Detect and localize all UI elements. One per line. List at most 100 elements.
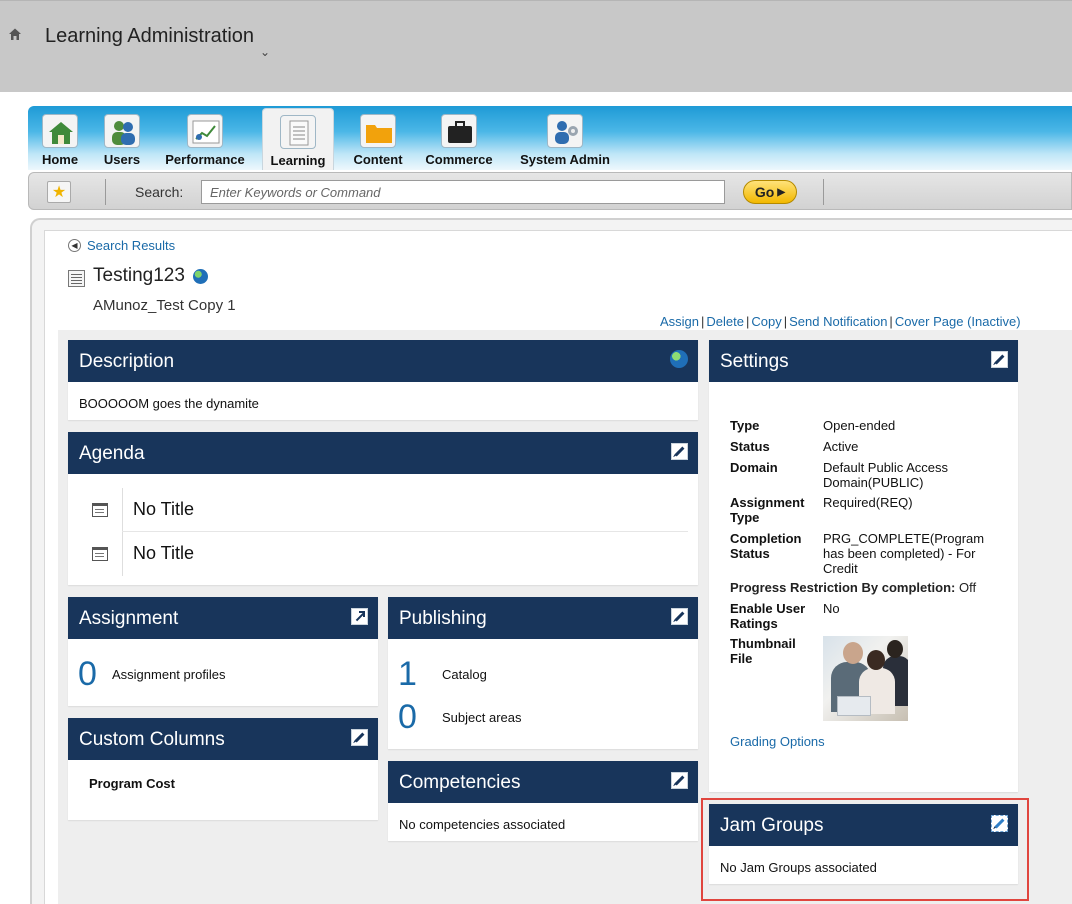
agenda-panel: Agenda No Title No Title — [68, 432, 698, 585]
description-text: BOOOOOM goes the dynamite — [79, 396, 259, 411]
settings-value: Open-ended — [823, 418, 896, 433]
briefcase-icon — [441, 114, 477, 148]
panel-header: Publishing — [388, 597, 698, 639]
settings-title: Settings — [720, 351, 789, 372]
system-admin-icon — [547, 114, 583, 148]
assignment-profiles-row[interactable]: 0 Assignment profiles — [78, 657, 225, 691]
settings-key: Domain — [730, 460, 778, 475]
nav-system-admin-label: System Admin — [520, 152, 610, 167]
settings-key: Completion Status — [730, 531, 802, 561]
go-button-label: Go — [754, 184, 775, 200]
globe-icon[interactable] — [670, 350, 688, 368]
panel-header: Description — [68, 340, 698, 382]
nav-performance[interactable]: Performance — [160, 112, 250, 170]
competencies-text: No competencies associated — [399, 817, 566, 832]
main-nav: Home Users Performance Learning Content … — [28, 106, 1072, 170]
panel-header: Settings — [709, 340, 1018, 382]
agenda-title: Agenda — [79, 443, 145, 464]
item-title-row: Testing123 — [68, 265, 208, 287]
settings-key: Thumbnail File — [730, 636, 796, 666]
settings-key: Type — [730, 418, 760, 433]
back-arrow-icon: ◀ — [68, 239, 81, 252]
assignment-panel: Assignment 0 Assignment profiles — [68, 597, 378, 706]
panel-header: Assignment — [68, 597, 378, 639]
assignment-title: Assignment — [79, 608, 179, 629]
page-title: Testing123 — [93, 265, 185, 286]
settings-key: Assignment Type — [730, 495, 805, 525]
divider — [823, 179, 824, 205]
nav-home-label: Home — [41, 152, 79, 167]
assignment-count: 0 — [78, 655, 97, 693]
settings-panel: Settings Type Open-ended Status Active D… — [709, 340, 1018, 792]
learning-icon — [280, 115, 316, 149]
search-input[interactable] — [201, 180, 725, 204]
go-button[interactable]: Go ▶ — [743, 180, 797, 204]
app-title[interactable]: Learning Administration — [45, 25, 254, 48]
nav-commerce-label: Commerce — [425, 152, 493, 167]
action-links: Assign | Delete | Copy | Send Notification | Cov… — [660, 314, 1021, 329]
copy-link[interactable]: Copy — [751, 314, 781, 329]
settings-value: No — [823, 601, 840, 616]
nav-home[interactable]: Home — [36, 112, 84, 170]
play-arrow-icon: ▶ — [777, 186, 786, 198]
catalog-label: Catalog — [442, 666, 487, 682]
app-header: Learning Administration ⌄ — [0, 0, 1072, 92]
calendar-icon — [92, 547, 108, 561]
settings-value: Default Public Access Domain(PUBLIC) — [823, 460, 949, 490]
expand-icon[interactable] — [351, 608, 368, 625]
subject-count: 0 — [398, 698, 417, 736]
nav-system-admin[interactable]: System Admin — [516, 112, 614, 170]
edit-icon[interactable] — [671, 772, 688, 789]
settings-key: Progress Restriction By completion: — [730, 580, 956, 595]
competencies-title: Competencies — [399, 772, 521, 793]
catalog-count: 1 — [398, 655, 417, 693]
panel-header: Custom Columns — [68, 718, 378, 760]
custom-column-name: Program Cost — [89, 776, 175, 791]
agenda-row-title: No Title — [133, 499, 195, 519]
performance-icon — [187, 114, 223, 148]
nav-users[interactable]: Users — [98, 112, 146, 170]
assign-link[interactable]: Assign — [660, 314, 699, 329]
settings-value: Active — [823, 439, 859, 454]
panel-header: Agenda — [68, 432, 698, 474]
custom-columns-title: Custom Columns — [79, 729, 225, 750]
publishing-title: Publishing — [399, 608, 487, 629]
chevron-down-icon[interactable]: ⌄ — [260, 45, 270, 59]
subject-label: Subject areas — [442, 709, 522, 725]
edit-icon[interactable] — [671, 608, 688, 625]
globe-icon — [192, 268, 208, 284]
nav-learning-label: Learning — [270, 153, 326, 168]
delete-link[interactable]: Delete — [706, 314, 744, 329]
nav-content-label: Content — [353, 152, 403, 167]
search-label: Search: — [135, 184, 184, 200]
settings-row-progress-restriction: Progress Restriction By completion: Off — [730, 580, 1010, 595]
nav-users-label: Users — [103, 152, 141, 167]
home-icon[interactable] — [8, 27, 22, 41]
edit-icon[interactable] — [671, 443, 688, 460]
send-notification-link[interactable]: Send Notification — [789, 314, 887, 329]
catalog-row[interactable]: 1 Catalog — [398, 657, 487, 691]
custom-columns-panel: Custom Columns Program Cost — [68, 718, 378, 820]
divider — [105, 179, 106, 205]
nav-learning[interactable]: Learning — [262, 108, 334, 170]
cover-page-link[interactable]: Cover Page (Inactive) — [895, 314, 1021, 329]
favorites-star-icon[interactable]: ★ — [47, 181, 71, 203]
content-folder-icon — [360, 114, 396, 148]
settings-key: Enable User Ratings — [730, 601, 806, 631]
nav-content[interactable]: Content — [348, 112, 408, 170]
users-icon — [104, 114, 140, 148]
grading-options-link[interactable]: Grading Options — [730, 734, 825, 749]
assignment-label: Assignment profiles — [112, 666, 226, 682]
edit-icon[interactable] — [351, 729, 368, 746]
item-subtitle: AMunoz_Test Copy 1 — [93, 297, 236, 314]
description-panel: Description BOOOOOM goes the dynamite — [68, 340, 698, 420]
description-title: Description — [79, 351, 175, 372]
subject-areas-row[interactable]: 0 Subject areas — [398, 700, 522, 734]
publishing-panel: Publishing 1 Catalog 0 Subject areas — [388, 597, 698, 749]
nav-commerce[interactable]: Commerce — [422, 112, 496, 170]
settings-value: Required(REQ) — [823, 495, 913, 510]
back-to-search-results[interactable]: ◀ Search Results — [68, 238, 175, 253]
settings-key: Status — [730, 439, 770, 454]
edit-icon[interactable] — [991, 351, 1008, 368]
home-icon — [42, 114, 78, 148]
